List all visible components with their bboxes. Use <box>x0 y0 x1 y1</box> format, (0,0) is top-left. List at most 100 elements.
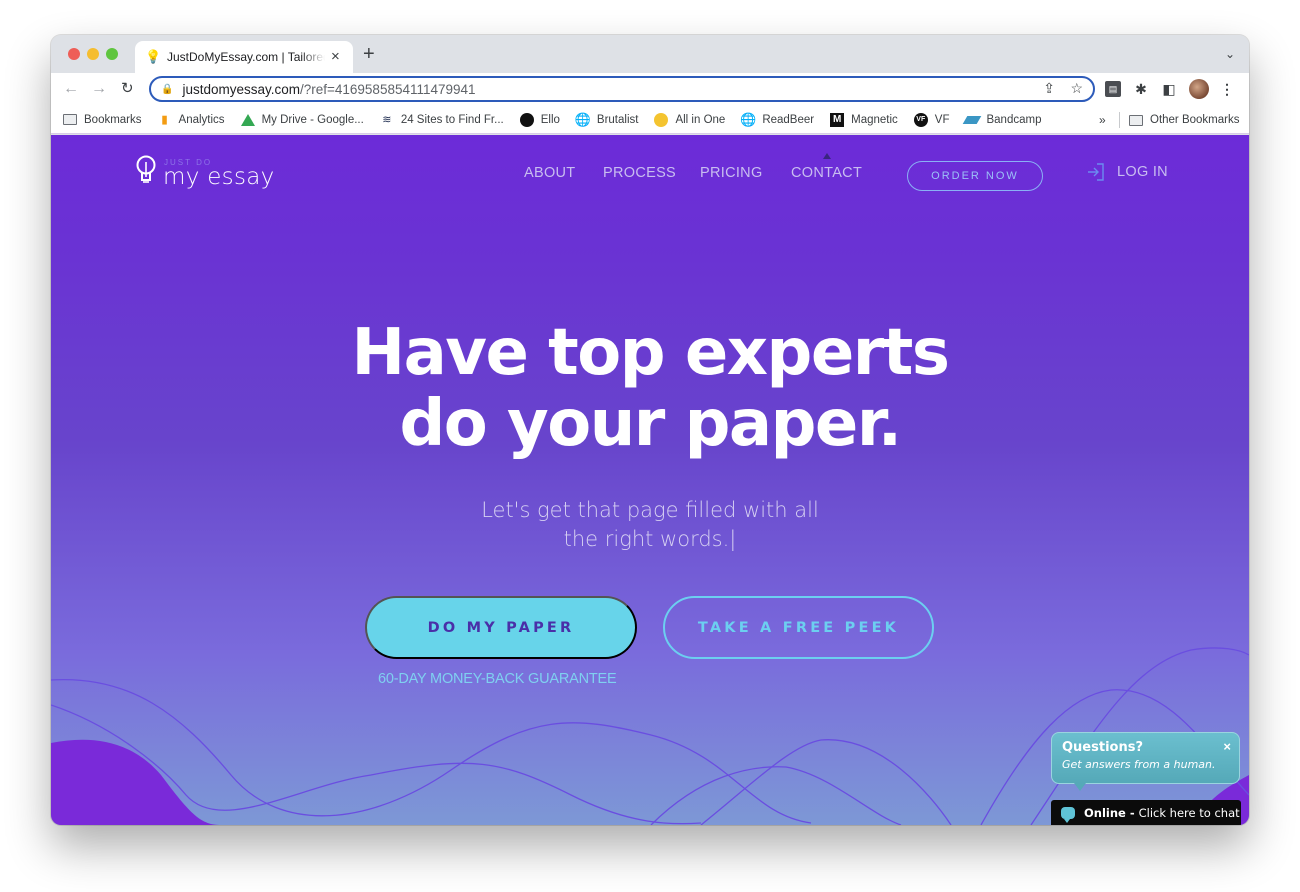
login-text: LOG IN <box>1117 164 1168 180</box>
logo-tagline: JUST DO <box>164 158 213 167</box>
do-my-paper-button[interactable]: DO MY PAPER <box>365 596 637 659</box>
folder-icon <box>1129 113 1143 127</box>
ello-icon <box>519 112 534 127</box>
caret-up-icon <box>823 153 831 159</box>
lightbulb-icon: 💡 <box>145 49 162 64</box>
back-arrow-icon[interactable]: ← <box>63 79 79 99</box>
hero-subheadline: Let's get that page filled with all the … <box>51 496 1249 554</box>
chat-prompt-bubble[interactable]: Questions? Get answers from a human. × <box>1051 732 1240 791</box>
browser-toolbar: ← → ↻ 🔒 justdomyessay.com/?ref=416958585… <box>51 73 1249 106</box>
more-menu-icon[interactable]: ⋮ <box>1219 81 1235 97</box>
reload-icon[interactable]: ↻ <box>121 79 134 99</box>
side-panel-icon[interactable]: ◧ <box>1161 81 1177 97</box>
login-link[interactable]: LOG IN <box>1087 163 1168 181</box>
url-path: /?ref=4169585854111479941 <box>300 81 476 97</box>
maximize-window-button[interactable] <box>106 48 118 60</box>
browser-window: 💡 JustDoMyEssay.com | Tailored × + ⌄ ← →… <box>51 35 1249 825</box>
close-tab-icon[interactable]: × <box>331 49 340 64</box>
bookmark-item[interactable]: Ello <box>519 112 560 127</box>
nav-about[interactable]: ABOUT <box>524 165 575 181</box>
bookmark-label: All in One <box>675 113 726 126</box>
puzzle-extensions-icon[interactable]: ✱ <box>1133 81 1149 97</box>
browser-tab[interactable]: 💡 JustDoMyEssay.com | Tailored × <box>135 41 353 73</box>
folder-icon <box>63 113 77 127</box>
chat-action: Click here to chat <box>1138 806 1240 820</box>
bookmark-item[interactable]: 🌐 Brutalist <box>574 111 639 127</box>
bookmarks-bar: Bookmarks ▮ Analytics My Drive - Google..… <box>51 106 1249 134</box>
headline-line: do your paper. <box>399 387 902 461</box>
bookmark-label: Other Bookmarks <box>1150 114 1240 126</box>
all-in-one-icon <box>654 112 669 127</box>
bookmark-item[interactable]: 🌐 ReadBeer <box>740 111 815 127</box>
bookmark-label: Brutalist <box>596 113 639 126</box>
vf-icon: VF <box>913 112 928 127</box>
bookmark-label: VF <box>934 113 950 126</box>
bookmarks-divider <box>1119 112 1120 128</box>
share-icon[interactable]: ⇪ <box>1043 80 1055 97</box>
bookmark-label: Analytics <box>178 113 225 126</box>
bookmark-star-icon[interactable]: ☆ <box>1070 80 1083 97</box>
google-drive-icon <box>240 113 255 127</box>
subhead-line: Let's get that page filled with all <box>481 498 819 522</box>
purple-blob <box>51 739 221 825</box>
globe-icon: 🌐 <box>574 111 591 127</box>
chat-title: Questions? <box>1062 740 1143 755</box>
money-back-guarantee[interactable]: 60-DAY MONEY-BACK GUARANTEE <box>378 671 617 687</box>
nav-process[interactable]: PROCESS <box>603 165 676 181</box>
profile-avatar[interactable] <box>1189 79 1209 99</box>
tab-search-chevron-icon[interactable]: ⌄ <box>1225 47 1235 61</box>
nav-contact[interactable]: CONTACT <box>791 165 862 181</box>
bandcamp-icon <box>963 113 982 127</box>
bookmark-label: Magnetic <box>851 113 898 126</box>
bookmarks-overflow-button[interactable]: » <box>1099 113 1106 127</box>
bookmark-label: My Drive - Google... <box>261 113 364 126</box>
login-arrow-icon <box>1088 163 1104 181</box>
bookmark-item[interactable]: My Drive - Google... <box>240 113 364 127</box>
hero-headline: Have top experts do your paper. <box>51 318 1249 460</box>
bookmark-item[interactable]: Bookmarks <box>63 113 142 127</box>
url-text[interactable]: justdomyessay.com/?ref=41695858541114799… <box>182 82 475 97</box>
bookmark-item[interactable]: M Magnetic <box>830 112 898 127</box>
tab-strip: 💡 JustDoMyEssay.com | Tailored × + ⌄ <box>51 35 1249 73</box>
hero-section: JUST DO my essay ABOUT PROCESS PRICING C… <box>51 135 1249 825</box>
stack-icon: ≋ <box>382 113 392 126</box>
subhead-line: the right words.| <box>563 527 737 551</box>
bookmark-item[interactable]: VF VF <box>913 112 950 127</box>
wave-line <box>650 766 902 825</box>
new-tab-button[interactable]: + <box>363 44 375 64</box>
tab-title: JustDoMyEssay.com | Tailored <box>167 50 325 64</box>
close-icon[interactable]: × <box>1223 739 1231 754</box>
bookmark-label: Bookmarks <box>84 113 142 126</box>
bookmark-item[interactable]: Bandcamp <box>963 113 1042 127</box>
take-free-peek-button[interactable]: TAKE A FREE PEEK <box>663 596 934 659</box>
bookmark-label: Bandcamp <box>986 113 1042 126</box>
analytics-icon: ▮ <box>161 113 168 126</box>
bookmark-item[interactable]: ▮ Analytics <box>158 113 225 127</box>
lightbulb-logo-icon <box>136 155 156 183</box>
chat-bubble-icon <box>1061 807 1075 823</box>
url-domain: justdomyessay.com <box>182 81 300 97</box>
chat-subtitle: Get answers from a human. <box>1062 758 1216 771</box>
bookmark-label: Ello <box>540 113 560 126</box>
site-logo[interactable]: JUST DO my essay <box>135 155 275 190</box>
globe-icon: 🌐 <box>740 111 757 127</box>
nav-pricing[interactable]: PRICING <box>700 165 763 181</box>
chat-launcher[interactable]: Online - Click here to chat <box>1051 800 1241 825</box>
headline-line: Have top experts <box>351 316 950 390</box>
bookmark-item[interactable]: All in One <box>654 112 726 127</box>
magnetic-icon: M <box>830 112 845 127</box>
chat-status: Online - <box>1084 806 1135 820</box>
other-bookmarks[interactable]: Other Bookmarks <box>1129 106 1239 134</box>
order-now-button[interactable]: ORDER NOW <box>907 161 1043 191</box>
logo-text: my essay <box>163 164 275 190</box>
bookmark-label: 24 Sites to Find Fr... <box>400 113 504 126</box>
bookmark-label: ReadBeer <box>762 113 815 126</box>
extension-icon[interactable]: ▤ <box>1105 81 1121 97</box>
close-window-button[interactable] <box>68 48 80 60</box>
forward-arrow-icon[interactable]: → <box>91 79 107 99</box>
address-bar[interactable]: 🔒 justdomyessay.com/?ref=416958585411147… <box>149 76 1095 102</box>
decorative-waves <box>51 647 1249 825</box>
lock-icon[interactable]: 🔒 <box>161 84 173 95</box>
minimize-window-button[interactable] <box>87 48 99 60</box>
bookmark-item[interactable]: ≋ 24 Sites to Find Fr... <box>380 113 504 127</box>
